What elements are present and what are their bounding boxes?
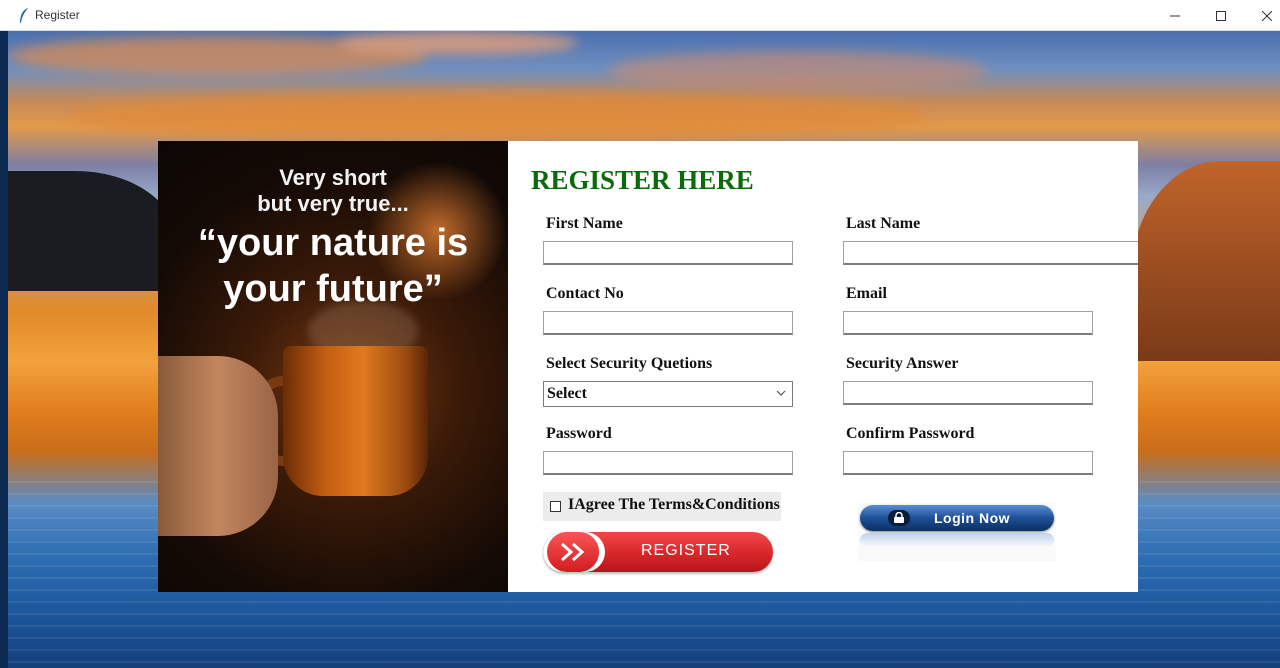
agree-terms-checkbox[interactable]: IAgree The Terms&Conditions [543, 492, 781, 521]
last-name-label: Last Name [846, 215, 921, 232]
maximize-button[interactable] [1198, 0, 1244, 31]
promo-quote-line-1: “your nature is [197, 222, 469, 264]
maximize-icon [1216, 10, 1226, 21]
login-now-button[interactable]: Login Now [858, 503, 1056, 561]
email-field[interactable] [843, 311, 1093, 335]
chevron-down-icon [776, 390, 786, 396]
security-question-label: Select Security Quetions [546, 355, 713, 372]
password-field[interactable] [543, 451, 793, 475]
security-question-select[interactable]: Select [543, 381, 793, 407]
coffee-mug [283, 346, 428, 496]
hill-right [1130, 161, 1280, 361]
checkbox-box[interactable] [550, 501, 561, 512]
form-title: REGISTER HERE [531, 165, 754, 195]
title-bar: Register [0, 0, 1280, 31]
contact-no-label: Contact No [546, 285, 624, 302]
password-label: Password [546, 425, 612, 442]
promo-line-2: but very true... [257, 191, 409, 216]
feather-icon [20, 8, 28, 23]
email-label: Email [846, 285, 887, 302]
minimize-button[interactable] [1152, 0, 1198, 31]
register-panel: Very short but very true... “your nature… [158, 141, 1138, 592]
first-name-label: First Name [546, 215, 623, 232]
close-icon [1262, 10, 1272, 21]
promo-image: Very short but very true... “your nature… [158, 141, 508, 592]
promo-line-1: Very short [279, 165, 387, 190]
login-now-pill: Login Now [860, 505, 1054, 531]
window-title: Register [35, 8, 80, 22]
contact-no-field[interactable] [543, 311, 793, 335]
security-question-selected: Select [547, 385, 587, 402]
left-window-edge [0, 31, 8, 668]
confirm-password-field[interactable] [843, 451, 1093, 475]
login-now-reflection [860, 533, 1054, 547]
agree-terms-label: IAgree The Terms&Conditions [568, 496, 780, 513]
first-name-field[interactable] [543, 241, 793, 265]
hand [158, 356, 278, 536]
double-chevron-right-icon [561, 542, 585, 562]
minimize-icon [1170, 15, 1180, 16]
confirm-password-label: Confirm Password [846, 425, 975, 442]
hill-left [8, 171, 178, 291]
register-button-label: REGISTER [641, 542, 731, 559]
last-name-field[interactable] [843, 241, 1138, 265]
lock-icon [888, 510, 910, 526]
register-button[interactable]: REGISTER [543, 532, 773, 572]
close-button[interactable] [1244, 0, 1280, 31]
promo-quote-line-2: your future” [223, 268, 443, 310]
security-answer-field[interactable] [843, 381, 1093, 405]
login-now-label: Login Now [934, 510, 1011, 526]
security-answer-label: Security Answer [846, 355, 959, 372]
